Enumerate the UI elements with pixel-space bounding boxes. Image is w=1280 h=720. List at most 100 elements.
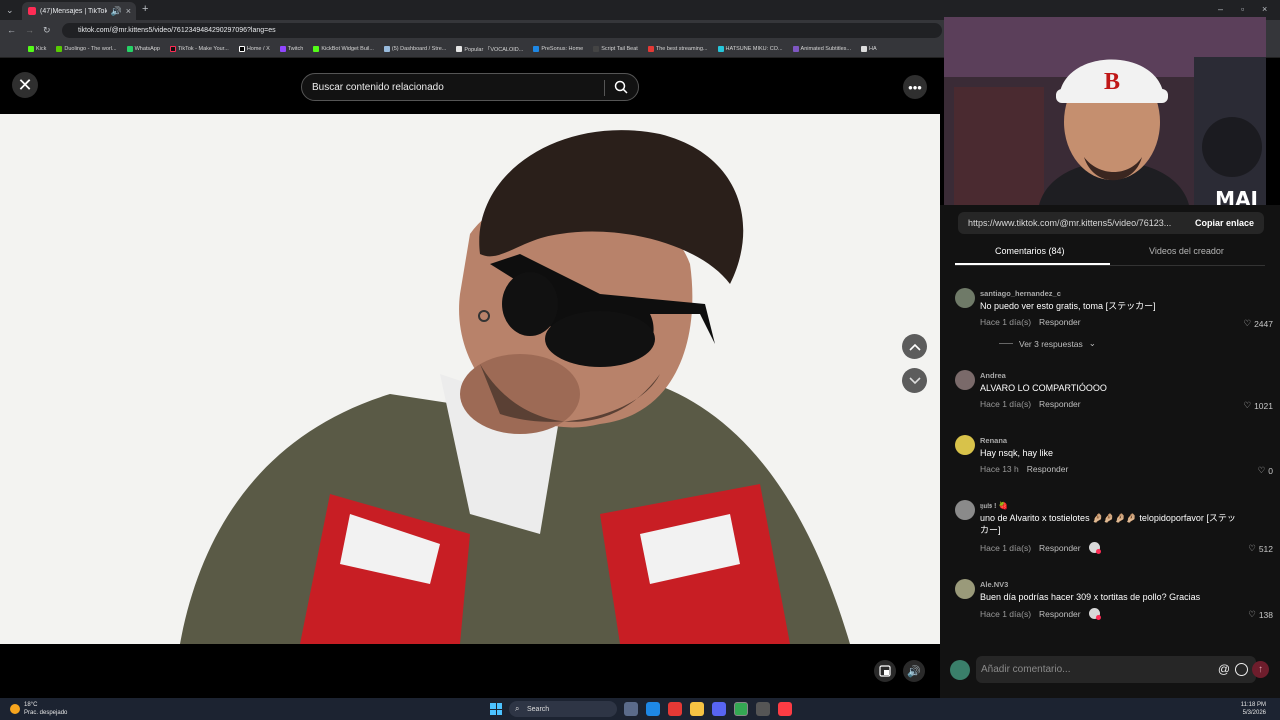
weather-widget[interactable]: 18°C Prac. despejado xyxy=(10,701,67,717)
comment-text: uno de Alvarito x tostielotes 🤌🏼🤌🏼🤌🏼🤌🏼 t… xyxy=(980,513,1236,535)
system-clock[interactable]: 11:18 PM 5/3/2026 xyxy=(1241,701,1266,717)
bookmark-item[interactable]: Animated Subtitles... xyxy=(792,46,851,52)
tab-creator-videos[interactable]: Videos del creador xyxy=(1149,246,1224,256)
copy-link-button[interactable]: Copiar enlace xyxy=(1195,218,1254,228)
video-link-row: https://www.tiktok.com/@mr.kittens5/vide… xyxy=(958,212,1264,234)
like-count: 138 xyxy=(1258,609,1273,620)
svg-text:B: B xyxy=(1104,69,1120,95)
avatar[interactable] xyxy=(955,579,975,599)
bookmark-item[interactable]: The best streaming... xyxy=(647,46,708,52)
like-button[interactable]: ♡ 0 xyxy=(1258,465,1273,476)
emoji-icon[interactable] xyxy=(1235,663,1248,676)
bookmark-item[interactable]: Kick xyxy=(28,46,46,52)
reply-button[interactable]: Responder xyxy=(1039,609,1081,619)
reply-button[interactable]: Responder xyxy=(1039,399,1081,409)
more-options-button[interactable]: ••• xyxy=(903,75,927,99)
app-icon[interactable] xyxy=(668,702,682,716)
tab-list-icon[interactable]: ⌄ xyxy=(6,5,14,16)
bookmark-item[interactable]: PreSonus: Home xyxy=(533,46,583,52)
bookmark-item[interactable]: Twitch xyxy=(279,46,303,52)
chevron-down-icon xyxy=(908,376,921,384)
bookmark-item[interactable]: Script Tail Beat xyxy=(593,46,638,52)
post-comment-button[interactable]: ↑ xyxy=(1252,661,1269,678)
edge-icon[interactable] xyxy=(646,702,660,716)
comment-username[interactable]: Ale.NV3 xyxy=(980,580,1008,589)
taskbar-search[interactable]: ⌕ Search xyxy=(509,701,617,717)
bookmark-item[interactable]: KickBot Widget Buil... xyxy=(313,46,374,52)
new-tab-icon[interactable]: + xyxy=(142,3,148,15)
like-button[interactable]: ♡ 138 xyxy=(1248,609,1273,620)
close-viewer-button[interactable]: ✕ xyxy=(12,72,38,98)
comment-username[interactable]: santiago_hernandez_c xyxy=(980,289,1061,298)
video-viewer: ✕ Buscar contenido relacionado ••• 🔊 xyxy=(0,58,940,698)
overlay-label: MAI xyxy=(1215,187,1258,205)
comment-time: Hace 1 día(s) xyxy=(980,542,1032,553)
comment-username[interactable]: Andrea xyxy=(980,371,1006,380)
back-icon[interactable]: ← xyxy=(7,25,16,35)
avatar[interactable] xyxy=(955,370,975,390)
address-bar[interactable]: tiktok.com/@mr.kittens5/video/7612349484… xyxy=(62,23,942,38)
chevron-down-icon: ⌄ xyxy=(1088,338,1096,348)
video-frame[interactable] xyxy=(0,114,940,644)
bookmark-item[interactable]: (5) Dashboard / Stre... xyxy=(383,46,446,52)
browser-tab[interactable]: (47)Mensajes | TikTok 🔊 × xyxy=(22,2,136,20)
previous-video-button[interactable] xyxy=(902,334,927,359)
comment-username[interactable]: 𝔶𝔲𝔦𝔰 ! 🍓 xyxy=(980,501,1008,511)
search-icon[interactable] xyxy=(614,80,628,94)
maximize-icon[interactable]: ▫ xyxy=(1241,4,1244,14)
weather-temp: 18°C xyxy=(24,702,38,708)
bookmark-item[interactable]: TikTok - Make Your... xyxy=(169,46,229,52)
picture-in-picture-button[interactable] xyxy=(874,660,896,682)
file-explorer-icon[interactable] xyxy=(690,702,704,716)
start-button[interactable] xyxy=(490,703,502,715)
comment-username[interactable]: Renana xyxy=(980,436,1007,445)
avatar[interactable] xyxy=(955,435,975,455)
comment-text: No puedo ver esto gratis, toma [ステッカー] xyxy=(980,301,1156,311)
like-button[interactable]: ♡ 2447 xyxy=(1243,318,1273,329)
next-video-button[interactable] xyxy=(902,368,927,393)
like-button[interactable]: ♡ 1021 xyxy=(1243,400,1273,411)
comment-text: Buen día podrías hacer 309 x tortitas de… xyxy=(980,592,1201,602)
clock-date: 5/3/2026 xyxy=(1242,710,1266,716)
music-icon[interactable] xyxy=(778,702,792,716)
arrow-up-icon: ↑ xyxy=(1258,664,1263,675)
minimize-icon[interactable]: – xyxy=(1218,4,1223,14)
discord-icon[interactable] xyxy=(712,702,726,716)
tab-comments[interactable]: Comentarios (84) xyxy=(995,246,1065,256)
bookmark-item[interactable]: HATSUNE MIKU: CO... xyxy=(717,46,783,52)
reply-button[interactable]: Responder xyxy=(1027,464,1069,474)
avatar[interactable] xyxy=(955,288,975,308)
like-button[interactable]: ♡ 512 xyxy=(1248,543,1273,554)
comment-input-row: Añadir comentario... @ ↑ xyxy=(940,653,1280,687)
bookmark-item[interactable]: Duolingo - The worl... xyxy=(56,46,117,52)
tiktok-favicon-icon xyxy=(28,7,36,15)
webcam-feed-image: B xyxy=(944,17,1266,205)
reply-button[interactable]: Responder xyxy=(1039,543,1081,553)
bookmark-item[interactable]: Home / X xyxy=(238,46,270,52)
avatar[interactable] xyxy=(955,500,975,520)
comment-item: Andrea ALVARO LO COMPARTIÓOOO Hace 1 día… xyxy=(955,370,1275,411)
reload-icon[interactable]: ↻ xyxy=(43,25,51,36)
bookmark-item[interactable]: WhatsApp xyxy=(126,46,160,52)
like-count: 2447 xyxy=(1254,318,1273,329)
volume-button[interactable]: 🔊 xyxy=(903,660,925,682)
chrome-icon[interactable] xyxy=(734,702,748,716)
related-search-input[interactable]: Buscar contenido relacionado xyxy=(301,73,639,101)
chatgpt-icon[interactable] xyxy=(756,702,770,716)
view-replies-button[interactable]: Ver 3 respuestas ⌄ xyxy=(999,338,1096,349)
view-replies-label: Ver 3 respuestas xyxy=(1019,338,1083,349)
close-tab-icon[interactable]: × xyxy=(126,6,131,16)
forward-icon[interactable]: → xyxy=(25,25,34,35)
bookmark-item[interactable]: HA xyxy=(861,46,877,52)
reply-button[interactable]: Responder xyxy=(1039,317,1081,327)
mention-icon[interactable]: @ xyxy=(1218,662,1230,676)
video-link-text[interactable]: https://www.tiktok.com/@mr.kittens5/vide… xyxy=(968,218,1171,228)
volume-icon: 🔊 xyxy=(907,665,921,678)
window-close-icon[interactable]: × xyxy=(1262,4,1267,14)
bookmark-item[interactable]: Popular 「VOCALOID... xyxy=(456,45,523,53)
speaker-icon[interactable]: 🔊 xyxy=(111,6,122,17)
task-view-icon[interactable] xyxy=(624,702,638,716)
comment-input[interactable]: Añadir comentario... @ xyxy=(976,656,1256,683)
windows-taskbar: 18°C Prac. despejado ⌕ Search 11:18 PM 5… xyxy=(0,698,1280,720)
heart-icon: ♡ xyxy=(1257,465,1266,475)
